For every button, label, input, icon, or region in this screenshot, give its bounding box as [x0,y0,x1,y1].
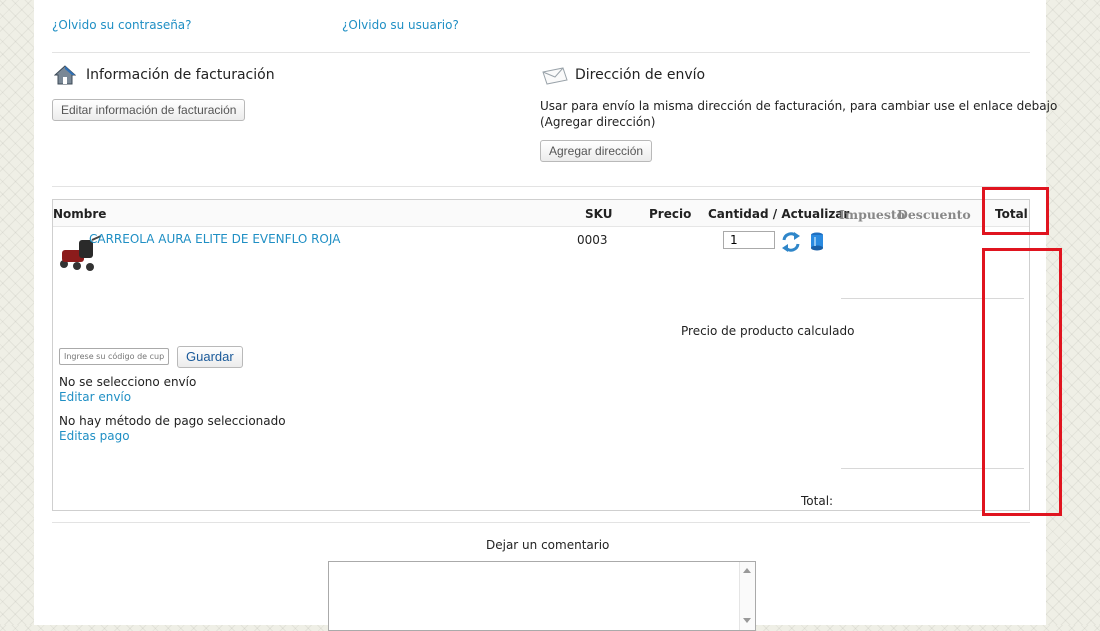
billing-title: Información de facturación [86,67,275,83]
save-coupon-button[interactable]: Guardar [177,346,243,368]
divider [52,522,1030,523]
product-name-link[interactable]: CARREOLA AURA ELITE DE EVENFLO ROJA [89,232,340,246]
envelope-icon [541,66,569,89]
divider [52,186,1030,187]
house-icon [53,64,77,89]
refresh-icon[interactable] [780,231,802,256]
product-price-label: Precio de producto calculado [681,324,855,338]
comment-label: Dejar un comentario [486,538,610,552]
forgot-password-link[interactable]: ¿Olvido su contraseña? [52,18,192,32]
highlight-box-total-header [982,187,1049,235]
quantity-input[interactable] [723,231,775,249]
highlight-box-total-column [982,248,1062,516]
edit-shipment-link[interactable]: Editar envío [59,390,131,404]
trash-icon[interactable] [810,231,824,254]
edit-billing-button[interactable]: Editar información de facturación [52,99,246,121]
coupon-input[interactable] [59,348,169,365]
comment-textarea[interactable] [328,561,756,631]
checkout-content: ¿Olvido su contraseña? ¿Olvido su usuari… [34,0,1057,631]
edit-payment-link[interactable]: Editas pago [59,429,130,443]
shipment-status: No se selecciono envío [59,375,197,389]
column-quantity: Cantidad / Actualizar [708,207,850,221]
textarea-scrollbar[interactable] [739,562,755,630]
column-discount: Descuento [897,207,971,222]
cart-table: Nombre SKU Precio Cantidad / Actualizar … [52,199,1030,511]
forgot-username-link[interactable]: ¿Olvido su usuario? [342,18,459,32]
shipping-note-add: (Agregar dirección) [540,115,656,129]
add-address-button[interactable]: Agregar dirección [540,140,653,162]
column-name: Nombre [53,207,107,221]
column-tax: Impuesto [839,207,906,222]
product-sku: 0003 [577,233,608,247]
column-price: Precio [649,207,692,221]
scroll-down-arrow[interactable] [743,618,751,623]
column-sku: SKU [585,207,613,221]
total-label: Total: [801,494,834,508]
divider [52,52,1030,53]
shipping-note: Usar para envío la misma dirección de fa… [540,99,1058,113]
payment-status: No hay método de pago seleccionado [59,414,286,428]
shipping-title: Dirección de envío [575,67,706,83]
cart-header: Nombre SKU Precio Cantidad / Actualizar … [53,200,1029,227]
scroll-up-arrow[interactable] [743,568,751,573]
